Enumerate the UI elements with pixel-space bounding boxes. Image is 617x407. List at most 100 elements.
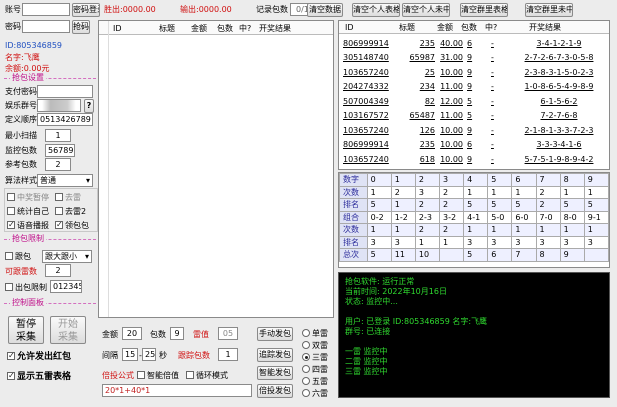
col-result: 开奖结果 (259, 24, 291, 33)
mid-pause-option[interactable]: 中奖暂停 (7, 192, 49, 203)
manual-send-button[interactable]: 手动发包 (257, 327, 293, 341)
follow-count-input[interactable]: 1 (218, 348, 238, 361)
lei-label: 雷值 (193, 330, 209, 339)
loop-mode-option[interactable]: 循环模式 (186, 370, 228, 381)
sec-label: 秒 (159, 351, 167, 360)
radio-five[interactable]: 五雷 (302, 376, 328, 387)
section-grab-limit: 抢包限制 (4, 234, 96, 244)
stats-cell: 3 (559, 235, 585, 249)
table-cell: 11.00 (440, 82, 463, 92)
lei2-option[interactable]: 去雷2 (55, 206, 86, 217)
follow-pkg-select[interactable]: 跟大跟小 ▾ (42, 250, 92, 263)
stat-self-option[interactable]: 统计自己 (7, 206, 49, 217)
options-group: 中奖暂停 去雷 统计自己 去雷2 语音播报 领包包 (4, 188, 98, 232)
radio-four[interactable]: 四雷 (302, 364, 328, 375)
table-cell: 65487 (409, 111, 435, 121)
voice-option[interactable]: 语音播报 (7, 219, 49, 231)
clear-personal-button[interactable]: 清空个人表格 (352, 3, 400, 17)
radio-selected-icon (302, 352, 310, 361)
follow-pkg-option[interactable]: 跟包 (5, 251, 31, 262)
table-cell: 2-1-8-1-3-3-7-2-3 (524, 125, 594, 135)
interval-min-input[interactable]: 15 (122, 348, 138, 361)
stats-cell: 3-2 (439, 210, 465, 224)
stats-cell: 4-1 (463, 210, 489, 224)
grab-button[interactable]: 抢码 (72, 20, 90, 34)
clear-data-button[interactable]: 清空数据 (307, 3, 343, 17)
login-button[interactable]: 密码登录 (72, 3, 100, 17)
table-cell: 9 (467, 82, 473, 92)
table-row[interactable]: 806999914 235 40.00 6 - 3-4-1-2-1-9 (341, 36, 609, 51)
interval-max-input[interactable]: 25 (142, 348, 156, 361)
radio-icon (302, 364, 310, 373)
personal-table[interactable]: ID 标题 金额 包数 中? 开奖结果 (98, 20, 334, 318)
clear-group-unmid-button[interactable]: 清空群里未中 (525, 3, 573, 17)
amount-label: 金额 (102, 330, 118, 339)
monitor-input[interactable]: 56789 (45, 144, 75, 157)
stats-cell (583, 248, 609, 262)
stats-cell: 6 (511, 173, 537, 187)
monitor-label: 监控包数 (5, 146, 37, 155)
checkbox-icon (5, 251, 13, 260)
radio-single[interactable]: 单雷 (302, 328, 328, 339)
table-row[interactable]: 103657240 126 10.00 9 - 2-1-8-1-3-3-7-2-3 (341, 123, 609, 138)
stats-cell: 2 (439, 223, 465, 237)
exit-limit-input[interactable]: 012345 (50, 280, 82, 293)
console-line: 抢包软件: 运行正常 (345, 277, 415, 286)
custom-seq-input[interactable]: 0513426789 (37, 113, 93, 126)
table-row[interactable]: 103657240 618 10.00 9 - 5-7-5-1-9-8-9-4-2 (341, 152, 609, 167)
account-input[interactable] (22, 3, 70, 16)
table-row[interactable]: 806999914 235 10.00 6 - 3-3-3-4-1-6 (341, 138, 609, 153)
follow-send-button[interactable]: 追踪发包 (257, 348, 293, 362)
max-grab-input[interactable]: 1 (45, 129, 71, 142)
clear-group-button[interactable]: 清空群里表格 (460, 3, 508, 17)
show-five-option[interactable]: 显示五雷表格 (7, 370, 71, 383)
radio-triple[interactable]: 三雷 (302, 352, 328, 363)
allow-red-option[interactable]: 允许发出红包 (7, 350, 71, 363)
group-table[interactable]: ID 标题 金额 包数 中? 开奖结果 806999914 235 40.00 6-3… (338, 20, 610, 170)
collar-option[interactable]: 领包包 (55, 219, 89, 231)
lei-input[interactable]: 05 (218, 327, 238, 340)
pay-pwd-input[interactable] (37, 85, 93, 98)
password-input[interactable] (22, 20, 70, 33)
double-send-button[interactable]: 倍投发包 (257, 384, 293, 398)
table-row[interactable]: 5070043491920.005-1-8-0-6-5 (341, 167, 609, 170)
clear-personal-unmid-button[interactable]: 清空个人未中 (402, 3, 450, 17)
amount-input[interactable]: 20 (122, 327, 142, 340)
pause-collect-button[interactable]: 暂停采集 (8, 316, 44, 344)
help-icon[interactable]: ? (84, 99, 94, 113)
stats-cell: 1 (487, 185, 513, 199)
smart-mult-option[interactable]: 智能倍值 (137, 370, 179, 381)
group-table-body: 806999914 235 40.00 6 - 3-4-1-2-1-9 305148740 6… (341, 36, 609, 170)
table-row[interactable]: 103657240 25 10.00 9 - 2-3-8-3-1-5-0-2-3 (341, 65, 609, 80)
radio-double[interactable]: 双雷 (302, 340, 328, 351)
table-row[interactable]: 103167572 65487 11.00 5 - 7-2-7-6-8 (341, 109, 609, 124)
smart-send-button[interactable]: 智能发包 (257, 366, 293, 380)
col-amount: 金额 (437, 23, 453, 32)
table-row[interactable]: 507004349 82 12.00 5 - 6-1-5-6-2 (341, 94, 609, 109)
radio-six[interactable]: 六雷 (302, 388, 328, 399)
start-collect-button[interactable]: 开始采集 (50, 316, 86, 344)
checkbox-icon (7, 206, 15, 215)
stats-cell: 3 (414, 185, 441, 199)
stats-cell: 1 (511, 185, 537, 199)
pkg-input[interactable]: 9 (170, 327, 184, 340)
table-cell: 6 (467, 140, 473, 150)
table-cell: - (491, 53, 494, 63)
table-cell: 2-3-8-3-1-5-0-2-3 (524, 67, 594, 77)
personal-table-header: ID 标题 金额 包数 中? 开奖结果 (99, 21, 333, 35)
formula-input[interactable]: 20*1+40*1 (102, 384, 252, 397)
table-cell: 2-7-2-6-7-3-0-5-8 (524, 53, 594, 63)
table-cell: 20.00 (437, 167, 465, 170)
ref-input[interactable]: 2 (45, 158, 71, 171)
lei1-option[interactable]: 去雷 (55, 192, 81, 203)
checkbox-icon (55, 192, 63, 201)
exit-limit-option[interactable]: 出包限制 (5, 282, 47, 293)
amount-limit-input[interactable]: 2 (45, 264, 71, 277)
entertain-input[interactable] (37, 99, 81, 112)
table-row[interactable]: 305148740 65987 31.00 9 - 2-7-2-6-7-3-0-5-8 (341, 51, 609, 66)
stats-cell: 5 (366, 198, 392, 212)
algo-select[interactable]: 普通 ▾ (37, 174, 93, 187)
table-row[interactable]: 204274332 234 11.00 9 - 1-0-8-6-5-4-9-8-9 (341, 80, 609, 95)
table-cell: 11.00 (440, 111, 463, 121)
